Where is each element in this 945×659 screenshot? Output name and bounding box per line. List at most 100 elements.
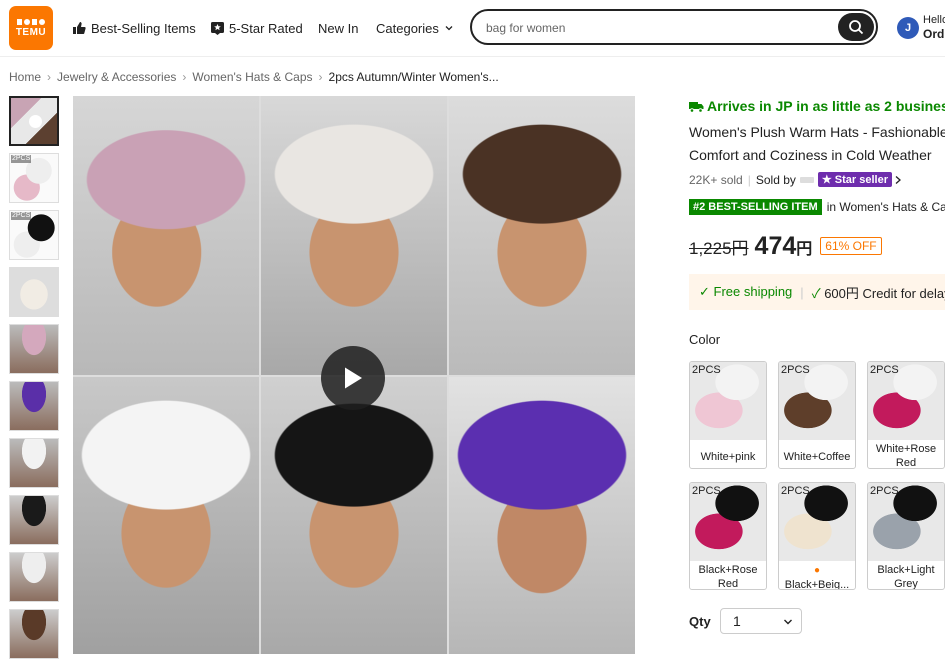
- delay-credit: ✓ 600円 Credit for delay: [812, 283, 945, 302]
- search-button[interactable]: [838, 13, 874, 41]
- swatch-tag: 2PCS: [870, 485, 899, 497]
- free-shipping: ✓ Free shipping: [699, 284, 792, 300]
- sold-count: 22K+ sold: [689, 172, 743, 187]
- breadcrumb: Home › Jewelry & Accessories › Women's Hats …: [9, 70, 499, 84]
- price-row: 1,225円 474円 61% OFF: [689, 232, 882, 261]
- truck-icon: [689, 101, 704, 113]
- swatch-label: Black+Light Grey: [877, 564, 935, 590]
- thumbnail-7[interactable]: [9, 438, 59, 488]
- star-badge-icon: [211, 21, 224, 35]
- color-option-black-light-grey[interactable]: 2PCS Black+Light Grey: [867, 482, 945, 590]
- nav-categories[interactable]: Categories: [376, 0, 454, 56]
- product-info-panel: Arrives in JP in as little as 2 business…: [689, 96, 945, 654]
- breadcrumb-separator: ›: [47, 70, 52, 84]
- color-option-white-pink[interactable]: 2PCS White+pink: [689, 361, 767, 469]
- thumbnail-tag: 2PCS: [11, 212, 32, 220]
- product-gallery[interactable]: [73, 96, 635, 654]
- best-selling-category[interactable]: in Women's Hats & Caps: [827, 200, 945, 214]
- star-seller-badge[interactable]: ★ Star seller: [817, 172, 892, 187]
- product-image-light-hat: [73, 377, 259, 654]
- nav-label: Categories: [376, 20, 439, 36]
- product-image-brown-hat: [449, 96, 635, 375]
- top-header: TEMU Best-Selling Items 5-Star Rated New…: [0, 0, 945, 57]
- video-play-button[interactable]: [321, 346, 385, 410]
- swatch-tag: 2PCS: [781, 364, 810, 376]
- play-icon: [345, 367, 362, 389]
- swatch-label-text: Black+Beig...: [784, 579, 850, 590]
- logo-text: TEMU: [15, 27, 47, 38]
- account-menu[interactable]: J Hello Ord: [897, 14, 945, 42]
- color-option-black-rose-red[interactable]: 2PCS Black+Rose Red: [689, 482, 767, 590]
- account-orders: Ord: [923, 27, 945, 41]
- shipping-banner[interactable]: ✓ Free shipping | ✓ 600円 Credit for dela…: [689, 274, 945, 310]
- hot-flame-icon: ●: [813, 565, 821, 576]
- thumbs-up-icon: [73, 22, 86, 34]
- breadcrumb-separator: ›: [182, 70, 187, 84]
- chevron-down-icon: [445, 26, 453, 31]
- nav-label: 5-Star Rated: [229, 20, 303, 36]
- thumbnail-9[interactable]: [9, 552, 59, 602]
- divider: |: [747, 172, 751, 187]
- check-icon: ✓: [699, 284, 714, 299]
- color-label: Color: [689, 332, 721, 347]
- search-icon: [849, 20, 864, 35]
- product-title-line-1: Women's Plush Warm Hats - Fashionable: [689, 124, 945, 140]
- free-shipping-label: Free shipping: [713, 284, 793, 299]
- currency-symbol: 円: [796, 241, 813, 258]
- nav-label: Best-Selling Items: [91, 20, 196, 36]
- breadcrumb-home[interactable]: Home: [9, 70, 41, 84]
- star-seller-label: Star seller: [834, 174, 888, 186]
- thumbnail-8[interactable]: [9, 495, 59, 545]
- original-price: 1,225円: [689, 239, 749, 258]
- qty-label: Qty: [689, 614, 711, 629]
- seller-logo-icon: [799, 176, 814, 183]
- color-option-white-rose-red[interactable]: 2PCS White+Rose Red: [867, 361, 945, 469]
- temu-logo[interactable]: TEMU: [9, 6, 53, 50]
- nav-best-selling[interactable]: Best-Selling Items: [72, 0, 196, 56]
- thumbnail-10[interactable]: [9, 609, 59, 659]
- breadcrumb-jewelry[interactable]: Jewelry & Accessories: [57, 70, 176, 84]
- account-hello: Hello: [923, 14, 945, 26]
- swatch-tag: 2PCS: [781, 485, 810, 497]
- thumbnail-5[interactable]: [9, 324, 59, 374]
- product-image-black-hat: [261, 377, 447, 654]
- color-option-white-coffee[interactable]: 2PCS White+Coffee: [778, 361, 856, 469]
- swatch-tag: 2PCS: [692, 485, 721, 497]
- arrival-notice: Arrives in JP in as little as 2 business…: [689, 98, 945, 114]
- check-icon: ✓: [811, 285, 825, 301]
- qty-select[interactable]: 1: [720, 608, 802, 634]
- logo-glyphs-icon: [17, 19, 45, 25]
- breadcrumb-separator: ›: [318, 70, 323, 84]
- color-option-black-beige[interactable]: 2PCS ● Black+Beig...: [778, 482, 856, 590]
- product-image-white-hat: [261, 96, 447, 375]
- product-title: Women's Plush Warm Hats - Fashionable Co…: [689, 121, 945, 167]
- divider: |: [800, 284, 804, 300]
- thumbnail-3[interactable]: 2PCS: [9, 210, 59, 260]
- delay-credit-label: 600円 Credit for delay: [824, 285, 945, 301]
- swatch-label: White+Rose Red: [875, 443, 937, 469]
- thumbnail-2[interactable]: 2PCS: [9, 153, 59, 203]
- swatch-label: Black+Rose Red: [698, 564, 758, 590]
- best-selling-row: #2 BEST-SELLING ITEM in Women's Hats & C…: [689, 199, 945, 215]
- chevron-right-icon[interactable]: [894, 175, 902, 185]
- nav-new-in[interactable]: New In: [318, 0, 358, 56]
- breadcrumb-current: 2pcs Autumn/Winter Women's...: [328, 70, 499, 84]
- nav-label: New In: [318, 20, 359, 36]
- swatch-tag: 2PCS: [692, 364, 721, 376]
- discount-badge: 61% OFF: [820, 237, 882, 255]
- nav-five-star[interactable]: 5-Star Rated: [211, 0, 303, 56]
- avatar: J: [897, 17, 919, 39]
- thumbnail-6[interactable]: [9, 381, 59, 431]
- breadcrumb-hats[interactable]: Women's Hats & Caps: [192, 70, 312, 84]
- swatch-tag: 2PCS: [870, 364, 899, 376]
- search-bar: [470, 9, 878, 45]
- swatch-label: White+Coffee: [783, 451, 851, 463]
- swatch-label: ● Black+Beig...: [779, 563, 855, 590]
- product-title-line-2: Comfort and Coziness in Cold Weather: [689, 147, 932, 163]
- qty-value: 1: [733, 613, 741, 629]
- thumbnail-4[interactable]: [9, 267, 59, 317]
- thumbnail-1[interactable]: [9, 96, 59, 146]
- search-input[interactable]: [484, 18, 828, 38]
- product-image-pink-hat: [73, 96, 259, 375]
- sale-price-value: 474: [754, 232, 797, 260]
